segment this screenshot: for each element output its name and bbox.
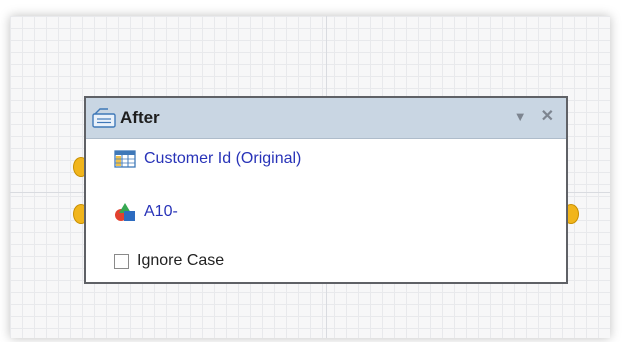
node-title: After	[120, 108, 160, 127]
card-icon	[92, 108, 116, 128]
dropdown-triangle-icon[interactable]: ▼	[514, 109, 527, 125]
after-node[interactable]: After ▼ ✕ Customer Id (Original) A10- Ig…	[84, 96, 568, 284]
field-label[interactable]: Customer Id (Original)	[144, 150, 301, 168]
field-row-customer-id[interactable]: Customer Id (Original)	[114, 150, 301, 168]
shapes-icon	[114, 202, 136, 222]
close-icon[interactable]: ✕	[541, 109, 554, 125]
ignore-case-option[interactable]: Ignore Case	[114, 252, 224, 270]
field-row-a10[interactable]: A10-	[114, 202, 178, 222]
field-label[interactable]: A10-	[144, 203, 178, 221]
ignore-case-checkbox[interactable]	[114, 253, 129, 269]
ignore-case-label[interactable]: Ignore Case	[137, 252, 224, 270]
node-header[interactable]: After ▼ ✕	[86, 98, 566, 139]
table-column-icon	[114, 150, 136, 168]
